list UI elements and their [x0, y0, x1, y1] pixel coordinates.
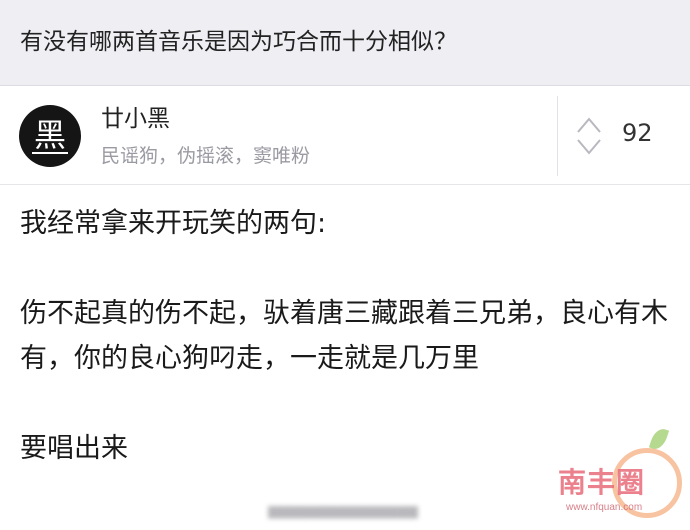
vote-divider	[557, 96, 558, 176]
answer-paragraph: 伤不起真的伤不起，驮着唐三藏跟着三兄弟，良心有木有，你的良心狗叼走，一走就是几万…	[20, 298, 668, 374]
answer-paragraph: 我经常拿来开玩笑的两句:	[20, 208, 327, 239]
avatar-glyph: 黑	[31, 116, 68, 154]
upvote-arrow-icon	[577, 117, 601, 133]
blurred-caption: ▆▆▆▆▆▆▆▆▆▆▆▆▆▆	[268, 503, 418, 519]
watermark-text: 南丰圈	[558, 466, 646, 499]
vote-count: 92	[622, 119, 653, 147]
downvote-arrow-icon	[577, 139, 601, 155]
author-bio: 民谣狗，伪摇滚，窦唯粉	[101, 145, 311, 167]
avatar[interactable]: 黑	[19, 105, 81, 167]
author-name[interactable]: 廿小黑	[101, 102, 170, 136]
author-row: 黑 廿小黑 民谣狗，伪摇滚，窦唯粉 92	[0, 86, 690, 185]
watermark-url: www.nfquan.com	[566, 502, 643, 513]
question-title[interactable]: 有没有哪两首音乐是因为巧合而十分相似？	[20, 22, 457, 62]
site-watermark: 南丰圈 www.nfquan.com	[548, 424, 690, 530]
watermark-leaf-icon	[648, 426, 670, 452]
question-header: 有没有哪两首音乐是因为巧合而十分相似？	[0, 0, 690, 86]
up-down-vote-arrows-icon[interactable]	[575, 114, 603, 158]
